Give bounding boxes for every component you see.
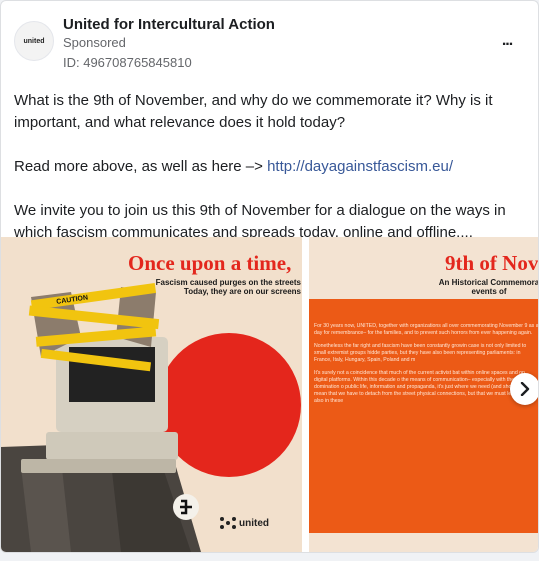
slide1-subtitle: Fascism caused purges on the streets Tod…	[151, 278, 301, 296]
post-paragraph-2: Read more above, as well as here –> http…	[14, 156, 529, 178]
keyboard-shape	[21, 459, 176, 473]
slide2-paragraph-2: Nonetheless the far right and fascism ha…	[314, 343, 527, 363]
page-avatar[interactable]: united	[14, 21, 54, 61]
post-paragraph-2-text: Read more above, as well as here –>	[14, 158, 268, 175]
slide2-paragraph-1: For 30 years now, UNITED, together with …	[314, 323, 538, 336]
computer-base-shape	[46, 432, 178, 460]
avatar-logo-text: united	[23, 37, 45, 45]
day-against-fascism-link[interactable]: http://dayagainstfascism.eu/	[267, 158, 453, 175]
more-options-icon[interactable]: ...	[495, 31, 519, 51]
carousel-next-button[interactable]	[510, 373, 538, 405]
slide1-subtitle-line-2: Today, they are on our screens	[183, 287, 301, 296]
slide2-subtitle: An Historical Commemora events of	[429, 278, 538, 296]
ad-post-card: united United for Intercultural Action S…	[0, 0, 539, 553]
ad-id-label: ID: 496708765845810	[63, 55, 192, 70]
slide2-subtitle-line-2: events of	[471, 287, 507, 296]
slide2-paragraph-3: It's surely not a coincidence that much …	[314, 370, 538, 404]
post-paragraph-1: What is the 9th of November, and why do …	[14, 92, 493, 131]
carousel-slide-1[interactable]: CAUTION Once upon a time, Fascism caused…	[1, 237, 302, 552]
image-carousel[interactable]: CAUTION Once upon a time, Fascism caused…	[1, 237, 538, 552]
slide2-title: 9th of Nov	[445, 251, 538, 275]
carousel-slide-2[interactable]: 9th of Nov An Historical Commemora event…	[309, 237, 538, 552]
slide2-body-text: For 30 years now, UNITED, together with …	[314, 323, 538, 411]
united-logo-mark-icon	[220, 517, 236, 529]
sponsored-label: Sponsored	[63, 35, 126, 50]
chevron-right-icon	[520, 382, 530, 396]
red-sun-shape	[157, 333, 301, 477]
slide2-subtitle-line-1: An Historical Commemora	[438, 278, 538, 287]
slide1-logo-text: united	[239, 518, 269, 529]
slide1-subtitle-line-1: Fascism caused purges on the streets	[155, 278, 301, 287]
page-name-link[interactable]: United for Intercultural Action	[63, 16, 275, 33]
slide1-title: Once upon a time,	[128, 251, 292, 275]
